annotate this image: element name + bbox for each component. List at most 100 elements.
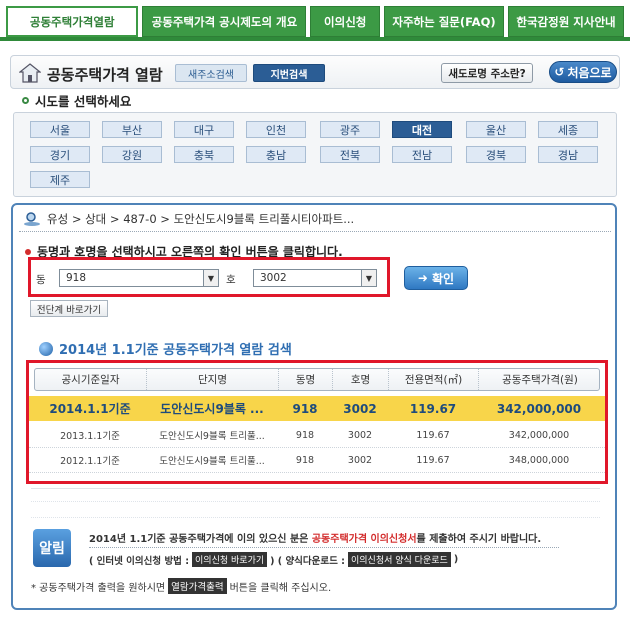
home-button-label: 처음으로 [567,65,612,80]
cell-complex: 도안신도시9블록 트리풀... [159,456,265,467]
previous-step-button[interactable]: 전단계 바로가기 [30,300,108,317]
region-button[interactable]: 충남 [246,146,306,163]
print-note-suffix: 버튼을 클릭해 주십시오. [229,582,332,594]
objection-shortcut-button[interactable]: 이의신청 바로가기 [192,552,268,567]
cell-ho: 3002 [343,401,377,416]
bullet-icon [22,97,29,104]
cell-date: 2013.1.1기준 [60,431,120,442]
dong-label: 동 [36,274,46,286]
region-select-label: 시도를 선택하세요 [35,94,132,109]
tab-price-view[interactable]: 공동주택가격열람 [6,6,139,37]
objection-form-link[interactable]: 공동주택가격 이의신청서 [312,534,417,545]
cell-ho: 3002 [347,454,373,466]
download-label: ) ( 양식다운로드 : [270,555,345,567]
breadcrumb: 유성 > 상대 > 487-0 > 도안신도시9블록 트리풀시티아파트... [23,211,354,227]
confirm-button-label: 확인 [431,271,455,286]
top-navigation: 공동주택가격열람 공동주택가격 공시제도의 개요 이의신청 자주하는 질문(FA… [0,0,630,41]
notice-box: 알림 2014년 1.1기준 공동주택가격에 이의 있으신 분은 공동주택가격 … [27,525,602,575]
main-panel: 유성 > 상대 > 487-0 > 도안신도시9블록 트리풀시티아파트... 동… [11,203,617,610]
col-date: 공시기준일자 [35,369,147,390]
notice-text-prefix: 2014년 1.1기준 공동주택가격에 이의 있으신 분은 [89,534,309,545]
region-button[interactable]: 제주 [30,171,90,188]
divider [31,517,600,518]
form-download-button[interactable]: 이의신청서 양식 다운로드 [348,552,451,567]
cell-ho: 3002 [347,429,373,441]
region-button[interactable]: 충북 [174,146,234,163]
page-header: 공동주택가격 열람 새주소검색 지번검색 새도로명 주소란? ↺ 처음으로 [10,55,620,89]
cell-complex: 도안신도시9블록 트리풀... [159,431,265,442]
region-button[interactable]: 부산 [102,121,162,138]
chevron-down-icon: ▼ [361,270,376,286]
region-button[interactable]: 경북 [466,146,526,163]
online-objection-label: ( 인터넷 이의신청 방법 : [89,555,190,567]
cell-complex: 도안신도시9블록 ... [160,402,264,416]
chevron-down-icon: ▼ [203,270,218,286]
ho-select-value: 3002 [260,272,287,284]
cell-price: 342,000,000 [496,401,582,416]
breadcrumb-text: 유성 > 상대 > 487-0 > 도안신도시9블록 트리풀시티아파트... [47,212,355,226]
region-button[interactable]: 전북 [320,146,380,163]
divider [19,231,611,232]
dong-select[interactable]: 918 ▼ [59,269,219,287]
cell-dong: 918 [295,429,315,441]
region-select-title: 시도를 선택하세요 [22,91,131,110]
print-price-button[interactable]: 열람가격출력 [168,578,227,594]
region-button[interactable]: 강원 [102,146,162,163]
table-row[interactable]: 2014.1.1기준 도안신도시9블록 ... 918 3002 119.67 … [29,396,605,421]
house-icon [19,63,41,83]
address-search-button[interactable]: 새주소검색 [175,64,247,82]
region-button[interactable]: 대전 [392,121,452,138]
bullet-icon [25,248,31,255]
cell-price: 342,000,000 [508,429,570,441]
tab-branch-info[interactable]: 한국감정원 지사안내 [508,6,624,37]
home-button[interactable]: ↺ 처음으로 [549,61,617,83]
notice-text: 2014년 1.1기준 공동주택가격에 이의 있으신 분은 공동주택가격 이의신… [89,530,541,545]
region-button[interactable]: 전남 [392,146,452,163]
ho-label: 호 [226,274,236,286]
region-button[interactable]: 대구 [174,121,234,138]
region-button[interactable]: 서울 [30,121,90,138]
table-row[interactable]: 2013.1.1기준 도안신도시9블록 트리풀... 918 3002 119.… [29,423,605,448]
back-arrow-icon: ↺ [554,65,565,79]
tab-objection[interactable]: 이의신청 [310,6,380,37]
results-title: 2014년 1.1기준 공동주택가격 열람 검색 [39,339,292,358]
tab-overview[interactable]: 공동주택가격 공시제도의 개요 [142,6,307,37]
cell-area: 119.67 [416,454,450,466]
divider [31,501,600,502]
notice-text-suffix: 를 제출하여 주시기 바랍니다. [416,534,542,545]
lot-search-button[interactable]: 지번검색 [253,64,325,82]
table-header: 공시기준일자 단지명 동명 호명 전용면적(㎡) 공동주택가격(원) [34,368,600,391]
col-price: 공동주택가격(원) [502,374,578,386]
region-button[interactable]: 경남 [538,146,598,163]
search-location-icon [24,212,40,226]
col-ho: 호명 [333,369,389,390]
divider [89,547,559,548]
arrow-right-icon: ➜ [417,271,428,285]
print-note-prefix: * 공동주택가격 출력을 원하시면 [31,582,166,594]
region-button[interactable]: 경기 [30,146,90,163]
region-selector: 서울 부산 대구 인천 광주 대전 울산 세종경기 강원 충북 충남 전북 전남 경북 경남제주 [13,112,617,197]
dong-select-value: 918 [66,272,87,284]
cell-area: 119.67 [409,401,457,416]
cell-dong: 918 [292,401,318,416]
cell-price: 348,000,000 [508,454,570,466]
tab-faq[interactable]: 자주하는 질문(FAQ) [384,6,504,37]
cell-date: 2012.1.1기준 [60,456,120,467]
col-dong: 동명 [279,369,333,390]
region-button[interactable]: 세종 [538,121,598,138]
region-button[interactable]: 인천 [246,121,306,138]
col-complex: 단지명 [147,369,279,390]
print-note: * 공동주택가격 출력을 원하시면 열람가격출력 버튼을 클릭해 주십시오. [31,578,331,594]
ho-select[interactable]: 3002 ▼ [253,269,377,287]
region-button[interactable]: 광주 [320,121,380,138]
results-table: 공시기준일자 단지명 동명 호명 전용면적(㎡) 공동주택가격(원) 2014.… [26,360,608,484]
results-title-text: 2014년 1.1기준 공동주택가격 열람 검색 [59,343,292,358]
region-button[interactable]: 울산 [466,121,526,138]
table-row[interactable]: 2012.1.1기준 도안신도시9블록 트리풀... 918 3002 119.… [29,448,605,473]
close-paren: ) [453,554,459,565]
confirm-button[interactable]: ➜ 확인 [404,266,468,290]
road-address-info-button[interactable]: 새도로명 주소란? [441,63,533,83]
cell-area: 119.67 [416,429,450,441]
unit-select-box: 동 918 ▼ 호 3002 ▼ [28,257,390,297]
col-area: 전용면적(㎡) [389,369,479,390]
